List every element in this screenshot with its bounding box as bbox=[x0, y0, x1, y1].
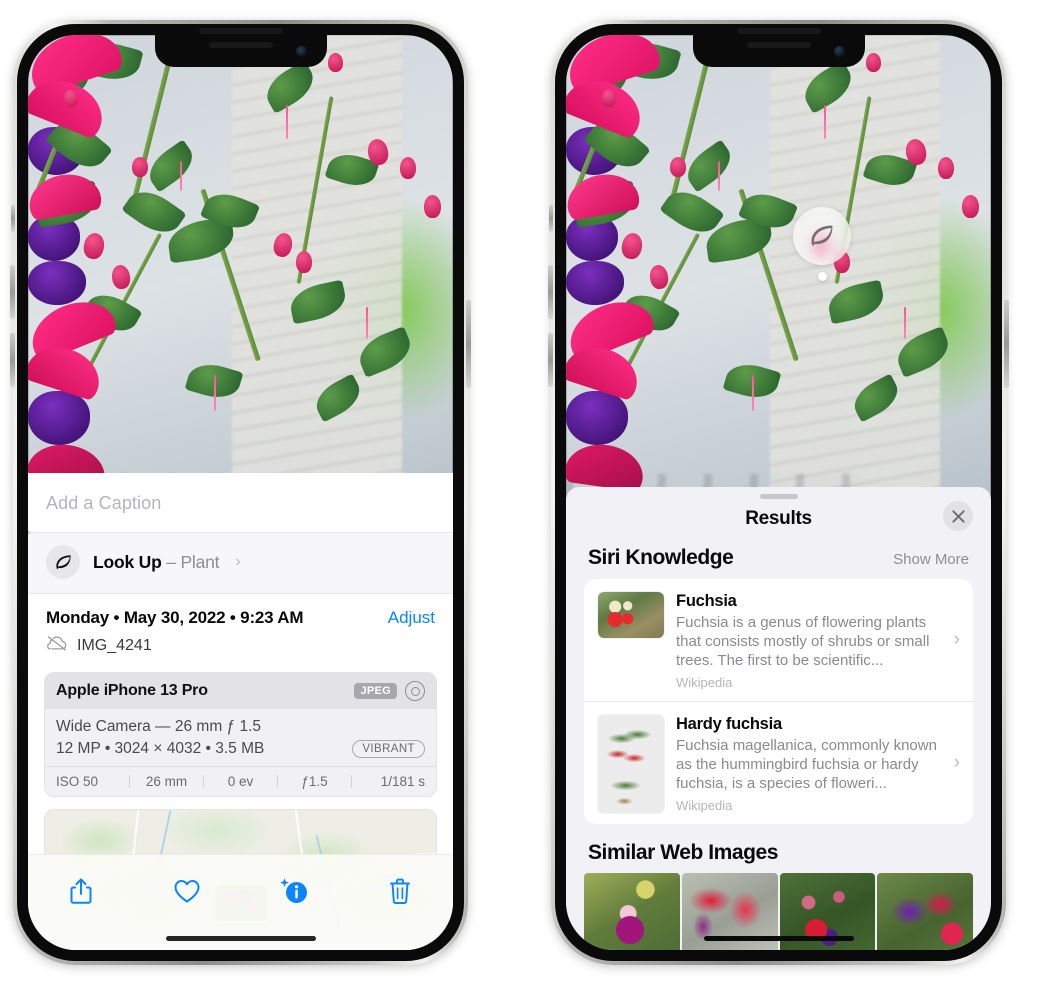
volume-down-button[interactable] bbox=[548, 333, 553, 387]
exif-iso: ISO 50 bbox=[56, 774, 99, 789]
front-camera-icon bbox=[295, 46, 307, 57]
look-up-subject: Plant bbox=[180, 551, 220, 572]
earpiece-speaker bbox=[208, 42, 273, 48]
siri-knowledge-card: Fuchsia Fuchsia is a genus of flowering … bbox=[584, 579, 973, 824]
share-button[interactable] bbox=[53, 869, 109, 913]
left-phone-device: Add a Caption ✦ ✦ Look Up – Plant › bbox=[10, 20, 471, 965]
similar-web-images-header: Similar Web Images bbox=[566, 824, 991, 873]
look-up-row[interactable]: ✦ ✦ Look Up – Plant › bbox=[28, 526, 453, 593]
visual-lookup-badge[interactable] bbox=[793, 207, 851, 265]
format-badge: JPEG bbox=[354, 683, 397, 699]
left-phone-bezel: Add a Caption ✦ ✦ Look Up – Plant › bbox=[17, 24, 464, 961]
delete-button[interactable] bbox=[372, 869, 428, 913]
adjust-button[interactable]: Adjust bbox=[388, 608, 435, 628]
volume-down-button[interactable] bbox=[10, 333, 15, 387]
icloud-slash-icon bbox=[46, 635, 68, 656]
look-up-dash: – bbox=[161, 551, 181, 572]
photo-metadata-block: Monday • May 30, 2022 • 9:23 AM Adjust I… bbox=[28, 593, 453, 662]
aperture-icon[interactable] bbox=[405, 681, 425, 701]
photo-date: Monday • May 30, 2022 • 9:23 AM bbox=[46, 608, 304, 627]
photo-filename: IMG_4241 bbox=[77, 636, 152, 654]
results-sheet: Results Siri Knowledge Show More Fuchsia… bbox=[566, 487, 991, 950]
knowledge-title: Hardy fuchsia bbox=[676, 715, 782, 733]
knowledge-source: Wikipedia bbox=[676, 675, 733, 690]
results-header: Results bbox=[566, 499, 991, 546]
mute-switch[interactable] bbox=[549, 205, 553, 232]
chevron-right-icon: › bbox=[953, 629, 960, 650]
similar-image-4[interactable] bbox=[877, 873, 973, 950]
chevron-right-icon: › bbox=[953, 752, 960, 773]
earpiece-slot bbox=[198, 28, 283, 34]
knowledge-title: Fuchsia bbox=[676, 592, 737, 610]
list-item[interactable]: Fuchsia Fuchsia is a genus of flowering … bbox=[584, 579, 973, 701]
info-button[interactable] bbox=[266, 869, 322, 913]
similar-image-1[interactable] bbox=[584, 873, 680, 950]
mute-switch[interactable] bbox=[11, 205, 15, 232]
front-camera-icon bbox=[833, 46, 845, 57]
siri-knowledge-header: Siri Knowledge Show More bbox=[566, 546, 991, 579]
exif-aperture: ƒ1.5 bbox=[301, 774, 328, 789]
close-icon[interactable] bbox=[943, 501, 973, 531]
knowledge-source: Wikipedia bbox=[676, 798, 733, 813]
image-size-info: 12 MP • 3024 × 4032 • 3.5 MB bbox=[56, 740, 265, 757]
home-indicator[interactable] bbox=[165, 936, 316, 941]
earpiece-speaker bbox=[746, 42, 811, 48]
siri-knowledge-title: Siri Knowledge bbox=[588, 546, 734, 569]
right-phone-screen: Results Siri Knowledge Show More Fuchsia… bbox=[566, 35, 991, 950]
exif-ev: 0 ev bbox=[227, 774, 254, 789]
screenshot-canvas: Add a Caption ✦ ✦ Look Up – Plant › bbox=[0, 0, 1055, 985]
photographic-style-badge: VIBRANT bbox=[352, 740, 425, 758]
leaf-icon bbox=[46, 545, 80, 579]
fuchsia-thumbnail bbox=[598, 592, 664, 638]
sparkle-icon: ✦ bbox=[28, 526, 34, 541]
volume-up-button[interactable] bbox=[10, 265, 15, 319]
photo-info-sheet: Add a Caption ✦ ✦ Look Up – Plant › bbox=[28, 473, 453, 950]
exif-header: Apple iPhone 13 Pro JPEG bbox=[45, 673, 436, 709]
list-item[interactable]: Hardy fuchsia Fuchsia magellanica, commo… bbox=[584, 701, 973, 824]
caption-input[interactable]: Add a Caption bbox=[28, 473, 453, 532]
chevron-right-icon: › bbox=[235, 553, 241, 570]
hardy-fuchsia-thumbnail bbox=[598, 715, 664, 813]
knowledge-description: Fuchsia magellanica, commonly known as t… bbox=[676, 737, 937, 792]
power-button[interactable] bbox=[466, 300, 471, 388]
lens-info: Wide Camera — 26 mm ƒ 1.5 bbox=[56, 718, 262, 735]
exif-focal: 26 mm bbox=[145, 774, 188, 789]
notch bbox=[692, 35, 865, 67]
exif-card: Apple iPhone 13 Pro JPEG Wide Camera — 2… bbox=[44, 672, 437, 797]
right-phone-bezel: Results Siri Knowledge Show More Fuchsia… bbox=[555, 24, 1002, 961]
left-phone-screen: Add a Caption ✦ ✦ Look Up – Plant › bbox=[28, 35, 453, 950]
camera-device-name: Apple iPhone 13 Pro bbox=[56, 682, 208, 699]
knowledge-description: Fuchsia is a genus of flowering plants t… bbox=[676, 614, 930, 669]
volume-up-button[interactable] bbox=[548, 265, 553, 319]
results-title: Results bbox=[745, 508, 812, 529]
exif-settings-row: ISO 50 26 mm 0 ev ƒ1.5 1/181 s bbox=[45, 766, 436, 796]
home-indicator[interactable] bbox=[703, 936, 854, 941]
notch bbox=[154, 35, 327, 67]
visual-lookup-indicator-dot bbox=[818, 272, 827, 281]
show-more-button[interactable]: Show More bbox=[893, 551, 969, 568]
exif-shutter: 1/181 s bbox=[380, 774, 425, 789]
look-up-label: Look Up – Plant bbox=[93, 551, 220, 573]
similar-web-images-title: Similar Web Images bbox=[588, 841, 778, 864]
right-phone-device: Results Siri Knowledge Show More Fuchsia… bbox=[548, 20, 1009, 965]
look-up-bold: Look Up bbox=[93, 551, 162, 572]
power-button[interactable] bbox=[1004, 300, 1009, 388]
earpiece-slot bbox=[736, 28, 821, 34]
exif-body: Wide Camera — 26 mm ƒ 1.5 12 MP • 3024 ×… bbox=[45, 709, 436, 766]
favorite-button[interactable] bbox=[159, 869, 215, 913]
